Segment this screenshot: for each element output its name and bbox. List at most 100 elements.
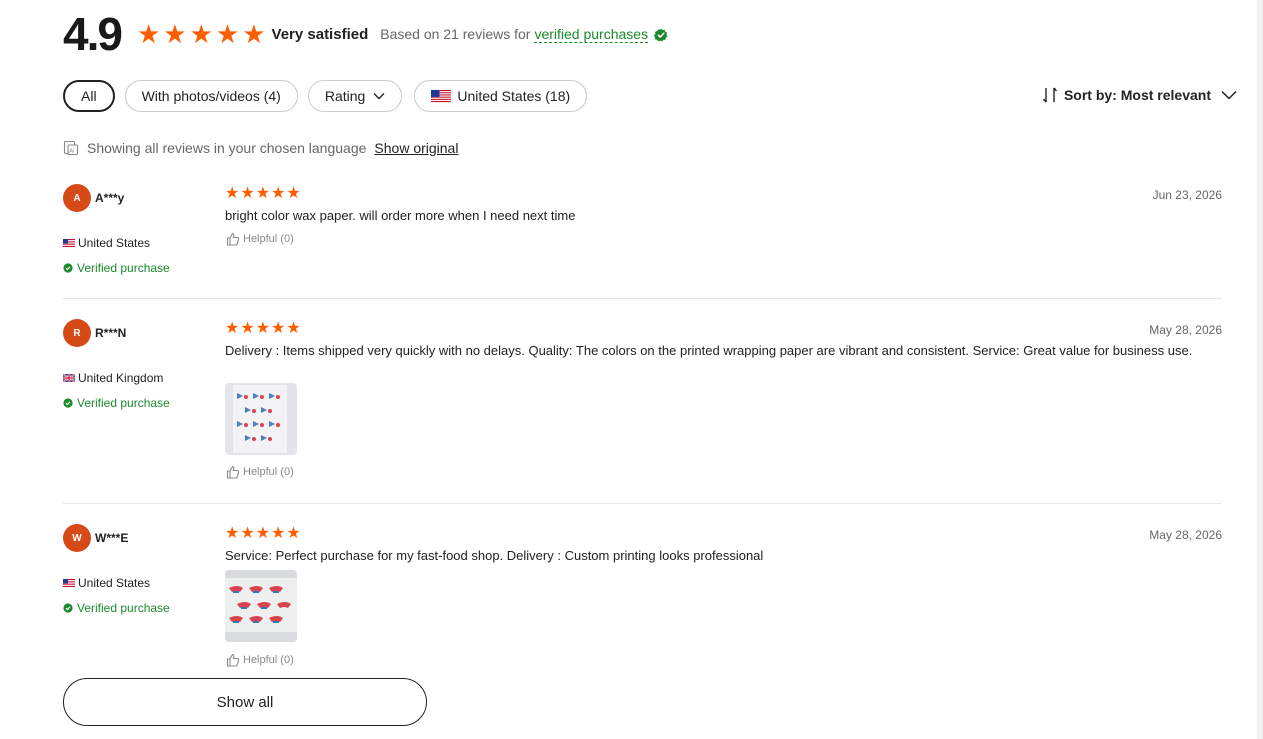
us-flag-icon xyxy=(63,579,75,587)
star-icon: ★ xyxy=(255,185,271,202)
scrollbar-track[interactable] xyxy=(1257,0,1263,739)
filter-rating-label: Rating xyxy=(324,88,366,104)
star-icon: ★ xyxy=(271,320,286,337)
review-photo[interactable] xyxy=(225,570,297,642)
review-text: bright color wax paper. will order more … xyxy=(225,208,576,223)
overall-stars: ★ ★ ★ ★ ★ xyxy=(137,21,266,47)
verified-badge-icon xyxy=(654,28,668,42)
star-icon: ★ xyxy=(136,19,161,49)
helpful-label: Helpful (0) xyxy=(243,466,294,478)
reviewer-country: United Kingdom xyxy=(63,371,163,385)
review-item: A A***y United States Verified purchase … xyxy=(63,184,1222,284)
review-stars: ★ ★ ★ ★ ★ xyxy=(225,526,301,542)
overall-rating: 4.9 xyxy=(63,8,123,60)
star-icon: ★ xyxy=(255,525,271,542)
reviewer-info: W W***E United States Verified purchase xyxy=(63,524,213,615)
review-stars: ★ ★ ★ ★ ★ xyxy=(225,321,301,337)
uk-flag-icon xyxy=(63,374,75,382)
review-text: Delivery : Items shipped very quickly wi… xyxy=(225,343,1193,358)
review-photo[interactable] xyxy=(225,383,297,455)
reviewer-name: R***N xyxy=(95,326,127,340)
thumbs-up-icon xyxy=(226,653,240,667)
verified-badge-icon xyxy=(63,603,73,613)
helpful-label: Helpful (0) xyxy=(243,233,294,245)
chevron-down-icon xyxy=(373,93,385,100)
filter-all-label: All xyxy=(81,88,97,104)
star-icon: ★ xyxy=(271,185,286,202)
avatar: A xyxy=(63,184,91,212)
filter-all-chip[interactable]: All xyxy=(63,80,115,112)
country-name: United Kingdom xyxy=(78,371,164,385)
filter-country-label: United States (18) xyxy=(457,88,571,104)
country-name: United States xyxy=(78,576,151,590)
sort-label: Sort by: Most relevant xyxy=(1063,87,1211,103)
sort-dropdown[interactable]: Sort by: Most relevant xyxy=(1042,86,1237,104)
sort-icon xyxy=(1042,87,1058,103)
verified-badge-icon xyxy=(63,263,73,273)
helpful-button[interactable]: Helpful (0) xyxy=(226,465,294,479)
star-icon: ★ xyxy=(240,525,255,542)
helpful-label: Helpful (0) xyxy=(243,654,294,666)
review-date: May 28, 2026 xyxy=(1149,528,1222,542)
star-icon: ★ xyxy=(240,185,255,202)
review-item: R R***N United Kingdom Verified purchase… xyxy=(63,319,1222,489)
star-icon: ★ xyxy=(240,320,255,337)
verified-purchase-label: Verified purchase xyxy=(77,601,170,615)
review-date: Jun 23, 2026 xyxy=(1152,188,1222,202)
helpful-button[interactable]: Helpful (0) xyxy=(226,653,294,667)
thumbs-up-icon xyxy=(226,465,240,479)
star-icon: ★ xyxy=(163,19,187,49)
star-icon: ★ xyxy=(286,185,301,202)
language-note: Ai Showing all reviews in your chosen la… xyxy=(63,140,458,156)
verified-purchase: Verified purchase xyxy=(63,261,170,275)
star-icon: ★ xyxy=(255,320,271,337)
thumbs-up-icon xyxy=(226,232,240,246)
verified-purchase-label: Verified purchase xyxy=(77,396,170,410)
reviewer-info: R R***N United Kingdom Verified purchase xyxy=(63,319,213,410)
translate-icon: Ai xyxy=(63,140,79,156)
verified-purchase-label: Verified purchase xyxy=(77,261,170,275)
avatar: W xyxy=(63,524,91,552)
verified-purchase: Verified purchase xyxy=(63,601,170,615)
country-name: United States xyxy=(78,236,151,250)
star-icon: ★ xyxy=(286,320,301,337)
reviewer-name: W***E xyxy=(95,531,129,545)
reviewer-name: A***y xyxy=(95,191,125,205)
us-flag-icon xyxy=(63,239,75,247)
us-flag-icon xyxy=(431,89,452,103)
show-original-link[interactable]: Show original xyxy=(374,140,458,156)
filter-rating-chip[interactable]: Rating xyxy=(307,80,403,112)
star-icon: ★ xyxy=(286,525,301,542)
review-count-text: Based on 21 reviews for xyxy=(380,26,531,42)
star-icon: ★ xyxy=(271,525,286,542)
reviewer-info: A A***y United States Verified purchase xyxy=(63,184,213,275)
star-icon: ★ xyxy=(215,19,240,49)
reviewer-country: United States xyxy=(63,576,150,590)
chevron-down-icon xyxy=(1221,90,1237,100)
verified-badge-icon xyxy=(63,398,73,408)
wrapping-paper-photo xyxy=(225,383,297,455)
review-item: W W***E United States Verified purchase … xyxy=(63,524,1222,674)
wrapping-paper-photo xyxy=(225,570,297,642)
avatar: R xyxy=(63,319,91,347)
verified-purchases-link[interactable]: verified purchases xyxy=(534,26,649,43)
show-all-button[interactable]: Show all xyxy=(63,678,427,726)
helpful-button[interactable]: Helpful (0) xyxy=(226,232,294,246)
filter-photos-label: With photos/videos (4) xyxy=(141,88,281,104)
review-date: May 28, 2026 xyxy=(1149,323,1222,337)
verified-purchase: Verified purchase xyxy=(63,396,170,410)
show-all-label: Show all xyxy=(216,693,274,711)
review-stars: ★ ★ ★ ★ ★ xyxy=(225,186,301,202)
reviewer-country: United States xyxy=(63,236,150,250)
review-text: Service: Perfect purchase for my fast-fo… xyxy=(225,548,764,563)
satisfaction-label: Very satisfied xyxy=(271,25,369,43)
star-icon: ★ xyxy=(225,320,240,337)
rating-summary: 4.9 ★ ★ ★ ★ ★ Very satisfied Based on 21… xyxy=(63,10,668,58)
review-filters: All With photos/videos (4) Rating United… xyxy=(63,80,588,112)
filter-photos-chip[interactable]: With photos/videos (4) xyxy=(124,80,298,112)
star-icon: ★ xyxy=(189,19,213,49)
filter-country-chip[interactable]: United States (18) xyxy=(414,80,588,112)
star-icon: ★ xyxy=(225,185,240,202)
star-icon: ★ xyxy=(242,19,266,49)
svg-text:Ai: Ai xyxy=(69,149,75,155)
